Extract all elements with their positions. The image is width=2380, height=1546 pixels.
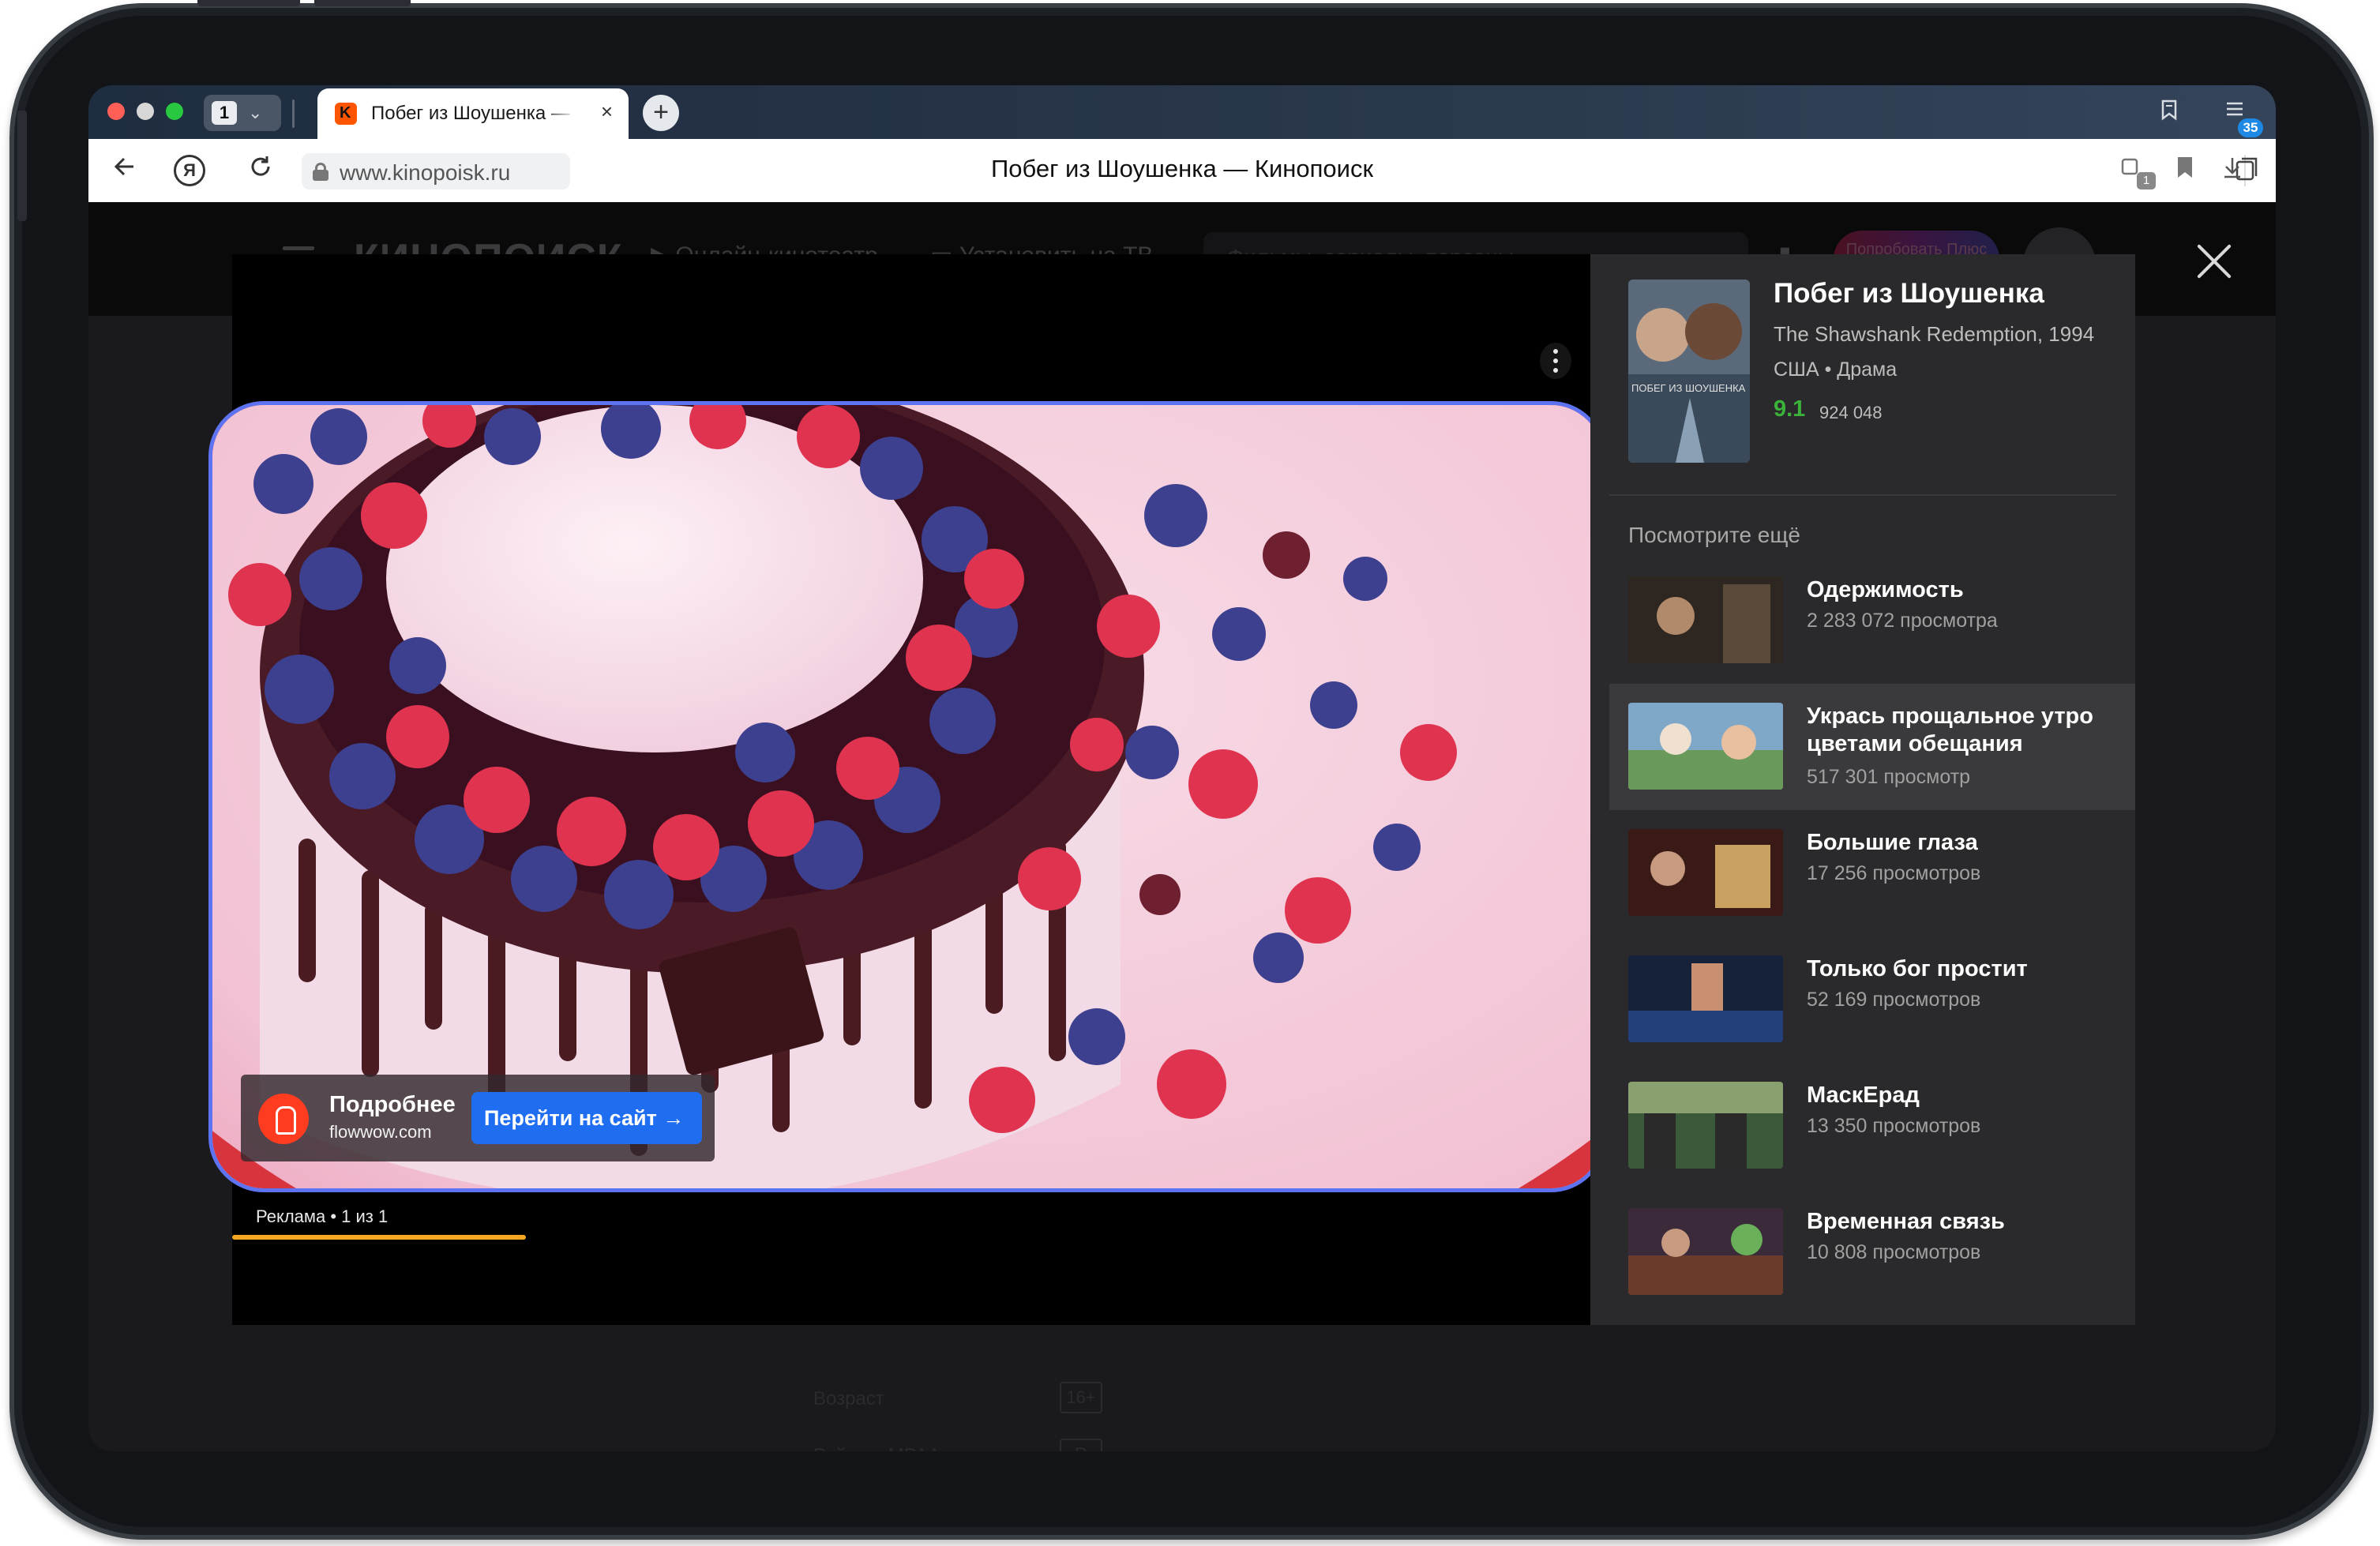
list-item[interactable]: Одержимость 2 283 072 просмотра: [1609, 557, 2135, 679]
top-button: [314, 0, 411, 6]
tabs-badge: 1: [2137, 172, 2156, 189]
rec-title: Большие глаза: [1807, 830, 1978, 855]
thumbnail: [1628, 1082, 1783, 1169]
age-label: Возраст: [813, 1388, 884, 1409]
rec-views: 10 808 просмотров: [1807, 1241, 1981, 1263]
player-more-icon[interactable]: [1540, 343, 1571, 379]
rec-title: Одержимость: [1807, 577, 1964, 602]
close-window-button[interactable]: [107, 103, 125, 120]
rec-title: Временная связь: [1807, 1209, 2005, 1234]
rec-title: Только бог простит: [1807, 956, 2028, 981]
movie-meta: США • Драма: [1774, 358, 1898, 381]
rec-title: Укрась прощальное утро цветами обещания: [1807, 704, 2093, 756]
cake-image: [212, 405, 1602, 1188]
ad-banner[interactable]: Подробнее flowwow.com Перейти на сайт →: [241, 1075, 715, 1161]
thumbnail: [1628, 1208, 1783, 1295]
age-value: 16+: [1060, 1382, 1102, 1413]
more-label: Посмотрите ещё: [1628, 523, 1800, 547]
movie-original-title: The Shawshank Redemption, 1994: [1774, 322, 2095, 346]
new-tab-button[interactable]: +: [643, 95, 679, 131]
ad-video[interactable]: Подробнее flowwow.com Перейти на сайт →: [208, 401, 1606, 1192]
movie-title[interactable]: Побег из Шоушенка: [1774, 278, 2044, 310]
list-item[interactable]: Укрась прощальное утро цветами обещания …: [1609, 684, 2135, 810]
chevron-down-icon: ⌄: [248, 103, 263, 122]
tab-strip: 1 ⌄ Побег из Шоушенка — Кинопоиск × +: [88, 85, 2276, 139]
bookmarks-panel-icon[interactable]: [2157, 98, 2181, 127]
ad-progress-bar: [232, 1235, 526, 1240]
minimize-window-button[interactable]: [137, 103, 154, 120]
rec-views: 2 283 072 просмотра: [1807, 610, 1998, 632]
list-item[interactable]: МаскЕрад 13 350 просмотров: [1609, 1063, 2135, 1184]
downloads-badge: 35: [2238, 118, 2263, 137]
poster-text: ПОБЕГ ИЗ ШОУШЕНКА: [1631, 382, 1746, 394]
panel-divider: [1609, 494, 2116, 496]
list-item[interactable]: Большие глаза 17 256 просмотров: [1609, 810, 2135, 932]
ad-counter-label: Реклама • 1 из 1: [256, 1206, 389, 1226]
go-to-site-button[interactable]: Перейти на сайт →: [471, 1092, 702, 1144]
maximize-window-button[interactable]: [166, 103, 183, 120]
kinopoisk-favicon-icon: [335, 103, 357, 125]
tab-count: 1: [212, 101, 237, 125]
close-tab-icon[interactable]: ×: [601, 99, 613, 124]
thumbnail: [1628, 955, 1783, 1042]
bookmark-icon[interactable]: [2175, 155, 2195, 186]
list-item[interactable]: Только бог простит 52 169 просмотров: [1609, 936, 2135, 1058]
address-bar: Я www.kinopoisk.ru Побег из Шоушенка — К…: [88, 139, 2276, 202]
thumbnail: [1628, 703, 1783, 790]
movie-votes: 924 048: [1819, 403, 1883, 422]
mpaa-label: Рейтинг MPAA: [813, 1445, 940, 1451]
ad-domain: flowwow.com: [329, 1122, 432, 1142]
list-item[interactable]: Временная связь 10 808 просмотров: [1609, 1189, 2135, 1311]
movie-rating: 9.1: [1774, 396, 1806, 422]
download-icon[interactable]: [2220, 155, 2244, 186]
tab-divider: [292, 99, 295, 128]
movie-poster[interactable]: ПОБЕГ ИЗ ШОУШЕНКА: [1628, 280, 1750, 463]
close-icon[interactable]: [2195, 242, 2235, 281]
rec-views: 13 350 просмотров: [1807, 1115, 1981, 1137]
rec-title: МаскЕрад: [1807, 1083, 1920, 1108]
browser-window: 1 ⌄ Побег из Шоушенка — Кинопоиск × + Я …: [88, 85, 2276, 1451]
thumbnail: [1628, 576, 1783, 663]
tab-kinopoisk[interactable]: Побег из Шоушенка — Кинопоиск ×: [317, 88, 629, 139]
tab-title: Побег из Шоушенка — Кинопоиск: [371, 103, 576, 124]
thumbnail: [1628, 829, 1783, 916]
flowwow-logo-icon: [258, 1094, 309, 1144]
rec-views: 17 256 просмотров: [1807, 862, 1981, 884]
page-title: Побег из Шоушенка — Кинопоиск: [990, 155, 1374, 182]
mpaa-value: R: [1060, 1439, 1102, 1451]
rec-views: 52 169 просмотров: [1807, 989, 1981, 1011]
ad-title: Подробнее: [329, 1092, 456, 1117]
tab-counter-button[interactable]: 1 ⌄: [204, 95, 281, 131]
rec-views: 517 301 просмотр: [1807, 766, 1971, 788]
top-button: [197, 0, 300, 6]
side-button: [17, 111, 27, 221]
movie-side-panel: ПОБЕГ ИЗ ШОУШЕНКА Побег из Шоушенка The …: [1590, 254, 2135, 1325]
